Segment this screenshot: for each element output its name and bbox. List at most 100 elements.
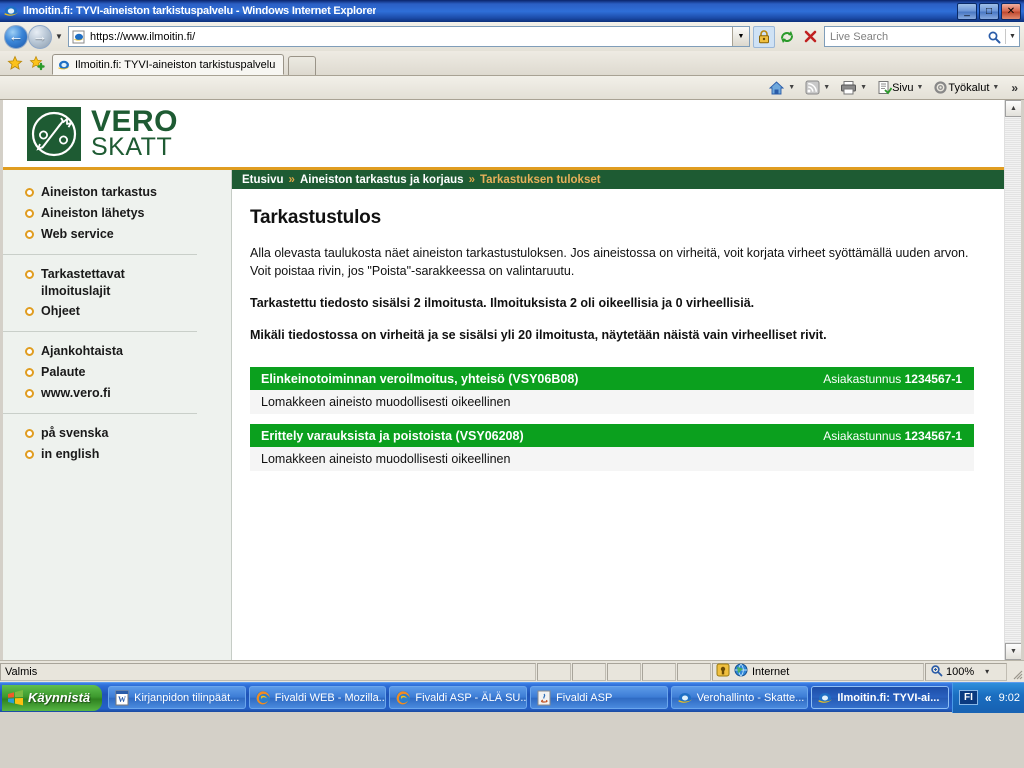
taskbar-button-firefox-web[interactable]: Fivaldi WEB - Mozilla... xyxy=(248,686,387,709)
browser-tab[interactable]: Ilmoitin.fi: TYVI-aineiston tarkistuspal… xyxy=(52,54,285,75)
word-icon: W xyxy=(114,690,130,706)
status-message: Valmis xyxy=(0,662,536,681)
address-dropdown-icon[interactable]: ▼ xyxy=(732,27,749,46)
page-scrollbar[interactable]: ▲ ▼ xyxy=(1004,100,1021,660)
internet-zone-icon xyxy=(734,663,748,680)
sidebar-item-ajankohtaista[interactable]: Ajankohtaista xyxy=(3,341,197,362)
sidebar-item-label: Aineiston lähetys xyxy=(41,205,145,220)
feeds-dropdown-icon[interactable]: ▼ xyxy=(823,84,830,91)
new-tab-button[interactable] xyxy=(288,56,317,75)
close-button[interactable]: ✕ xyxy=(1001,3,1021,20)
sidebar-item-web-service[interactable]: Web service xyxy=(3,224,231,245)
sidebar-item-tarkastettavat-ilmoituslajit[interactable]: Tarkastettavat ilmoituslajit xyxy=(3,264,197,302)
feeds-button[interactable]: ▼ xyxy=(803,78,836,98)
firefox-icon xyxy=(395,690,411,706)
java-icon xyxy=(536,690,552,706)
taskbar-button-label: Kirjanpidon tilinpäät... xyxy=(134,691,240,704)
taskbar-button-label: Verohallinto - Skatte... xyxy=(696,691,805,704)
security-lock-icon[interactable] xyxy=(753,25,775,48)
print-button[interactable]: ▼ xyxy=(838,78,873,98)
command-bar: ▼ ▼ ▼ Sivu ▼ Työkalut ▼ » xyxy=(0,76,1024,100)
svg-text:W: W xyxy=(118,695,126,704)
security-zone-label: Internet xyxy=(752,665,790,678)
customer-id: 1234567-1 xyxy=(904,428,962,443)
security-zone[interactable]: Internet xyxy=(712,662,924,681)
add-to-favorites-icon[interactable] xyxy=(26,52,48,74)
scroll-up-arrow-icon[interactable]: ▲ xyxy=(1005,100,1021,117)
sidebar-item-palaute[interactable]: Palaute xyxy=(3,362,197,383)
sidebar-navigation: Aineiston tarkastus Aineiston lähetys We… xyxy=(3,170,232,660)
page-body: Aineiston tarkastus Aineiston lähetys We… xyxy=(3,170,1004,660)
page-dropdown-icon[interactable]: ▼ xyxy=(916,84,923,91)
customer-id: 1234567-1 xyxy=(904,371,962,386)
breadcrumb-separator-icon: » xyxy=(468,173,475,186)
breadcrumb: Etusivu » Aineiston tarkastus ja korjaus… xyxy=(232,170,1004,189)
summary-paragraph: Tarkastettu tiedosto sisälsi 2 ilmoitust… xyxy=(250,295,755,310)
vero-skatt-logo[interactable]: VERO SKATT xyxy=(27,106,178,161)
minimize-button[interactable]: _ xyxy=(957,3,977,20)
search-box[interactable]: Live Search ▼ xyxy=(824,26,1020,47)
zoom-dropdown-icon[interactable]: ▾ xyxy=(985,667,989,676)
sidebar-item-label: Palaute xyxy=(41,365,86,380)
result-status-row: Lomakkeen aineisto muodollisesti oikeell… xyxy=(250,390,974,414)
bullet-icon xyxy=(25,229,34,239)
taskbar-button-fivaldi-asp[interactable]: Fivaldi ASP xyxy=(530,686,668,709)
recent-pages-dropdown-icon[interactable]: ▼ xyxy=(52,26,66,48)
page-viewport: VERO SKATT Aineiston tarkastus Aineiston… xyxy=(0,100,1024,660)
intro-paragraph: Alla olevasta taulukosta näet aineiston … xyxy=(250,246,969,278)
sidebar-item-ohjeet[interactable]: Ohjeet xyxy=(3,301,197,322)
window-titlebar[interactable]: Ilmoitin.fi: TYVI-aineiston tarkistuspal… xyxy=(0,0,1024,22)
sidebar-item-label: Web service xyxy=(41,226,114,241)
taskbar-button-label: Fivaldi WEB - Mozilla... xyxy=(274,691,387,704)
search-provider-dropdown-icon[interactable]: ▼ xyxy=(1005,29,1019,44)
ie-icon xyxy=(677,690,693,706)
scroll-down-arrow-icon[interactable]: ▼ xyxy=(1005,643,1021,660)
forward-button[interactable]: → xyxy=(28,24,52,49)
search-icon[interactable] xyxy=(983,30,1005,44)
navigation-toolbar: ← → ▼ https://www.ilmoitin.fi/ ▼ Live Se… xyxy=(0,22,1024,51)
taskbar-button-verohallinto[interactable]: Verohallinto - Skatte... xyxy=(670,686,809,709)
site-header: VERO SKATT xyxy=(3,100,1004,170)
note-paragraph: Mikäli tiedostossa on virheitä ja se sis… xyxy=(250,328,827,343)
toolbar-overflow-icon[interactable]: » xyxy=(1011,81,1018,95)
search-input[interactable]: Live Search xyxy=(825,31,983,43)
start-button-label: Käynnistä xyxy=(28,690,91,705)
bullet-icon xyxy=(25,389,34,398)
taskbar-clock[interactable]: 9:02 xyxy=(999,692,1020,704)
home-dropdown-icon[interactable]: ▼ xyxy=(788,84,795,91)
zoom-level: 100% xyxy=(946,665,975,678)
result-form-title: Elinkeinotoiminnan veroilmoitus, yhteisö… xyxy=(261,371,579,386)
taskbar-button-firefox-asp[interactable]: Fivaldi ASP - ÄLÄ SU... xyxy=(389,686,528,709)
tools-menu-label: Työkalut xyxy=(948,81,990,94)
taskbar-button-ilmoitin[interactable]: Ilmoitin.fi: TYVI-ai... xyxy=(811,686,949,709)
breadcrumb-section[interactable]: Aineiston tarkastus ja korjaus xyxy=(300,174,464,186)
sidebar-item-pa-svenska[interactable]: på svenska xyxy=(3,423,197,444)
back-button[interactable]: ← xyxy=(4,24,28,49)
bullet-icon xyxy=(25,449,34,459)
sidebar-item-aineiston-lahetys[interactable]: Aineiston lähetys xyxy=(3,203,231,224)
sidebar-item-in-english[interactable]: in english xyxy=(3,444,197,465)
favorites-star-icon[interactable] xyxy=(4,52,26,74)
breadcrumb-home[interactable]: Etusivu xyxy=(242,174,284,186)
system-tray: FI « 9:02 xyxy=(952,682,1024,713)
print-dropdown-icon[interactable]: ▼ xyxy=(860,84,867,91)
page-menu-button[interactable]: Sivu ▼ xyxy=(875,78,929,98)
home-button[interactable]: ▼ xyxy=(766,78,801,98)
tools-dropdown-icon[interactable]: ▼ xyxy=(992,84,999,91)
start-button[interactable]: Käynnistä xyxy=(2,684,103,711)
bullet-icon xyxy=(25,307,34,317)
maximize-button[interactable]: □ xyxy=(979,3,999,20)
language-indicator[interactable]: FI xyxy=(959,690,978,705)
refresh-button[interactable] xyxy=(776,26,798,48)
tray-expand-icon[interactable]: « xyxy=(985,691,992,705)
window-buttons: _ □ ✕ xyxy=(957,3,1021,20)
stop-button[interactable] xyxy=(799,26,821,48)
address-bar[interactable]: https://www.ilmoitin.fi/ ▼ xyxy=(68,26,750,47)
sidebar-item-label: Tarkastettavat ilmoituslajit xyxy=(41,266,125,298)
sidebar-item-aineiston-tarkastus[interactable]: Aineiston tarkastus xyxy=(3,182,231,203)
tools-menu-button[interactable]: Työkalut ▼ xyxy=(931,78,1005,98)
taskbar-button-word[interactable]: W Kirjanpidon tilinpäät... xyxy=(108,686,246,709)
resize-grip-icon[interactable] xyxy=(1008,663,1024,681)
zoom-control[interactable]: 100% ▾ xyxy=(925,662,1007,681)
sidebar-item-www-vero-fi[interactable]: www.vero.fi xyxy=(3,383,197,404)
